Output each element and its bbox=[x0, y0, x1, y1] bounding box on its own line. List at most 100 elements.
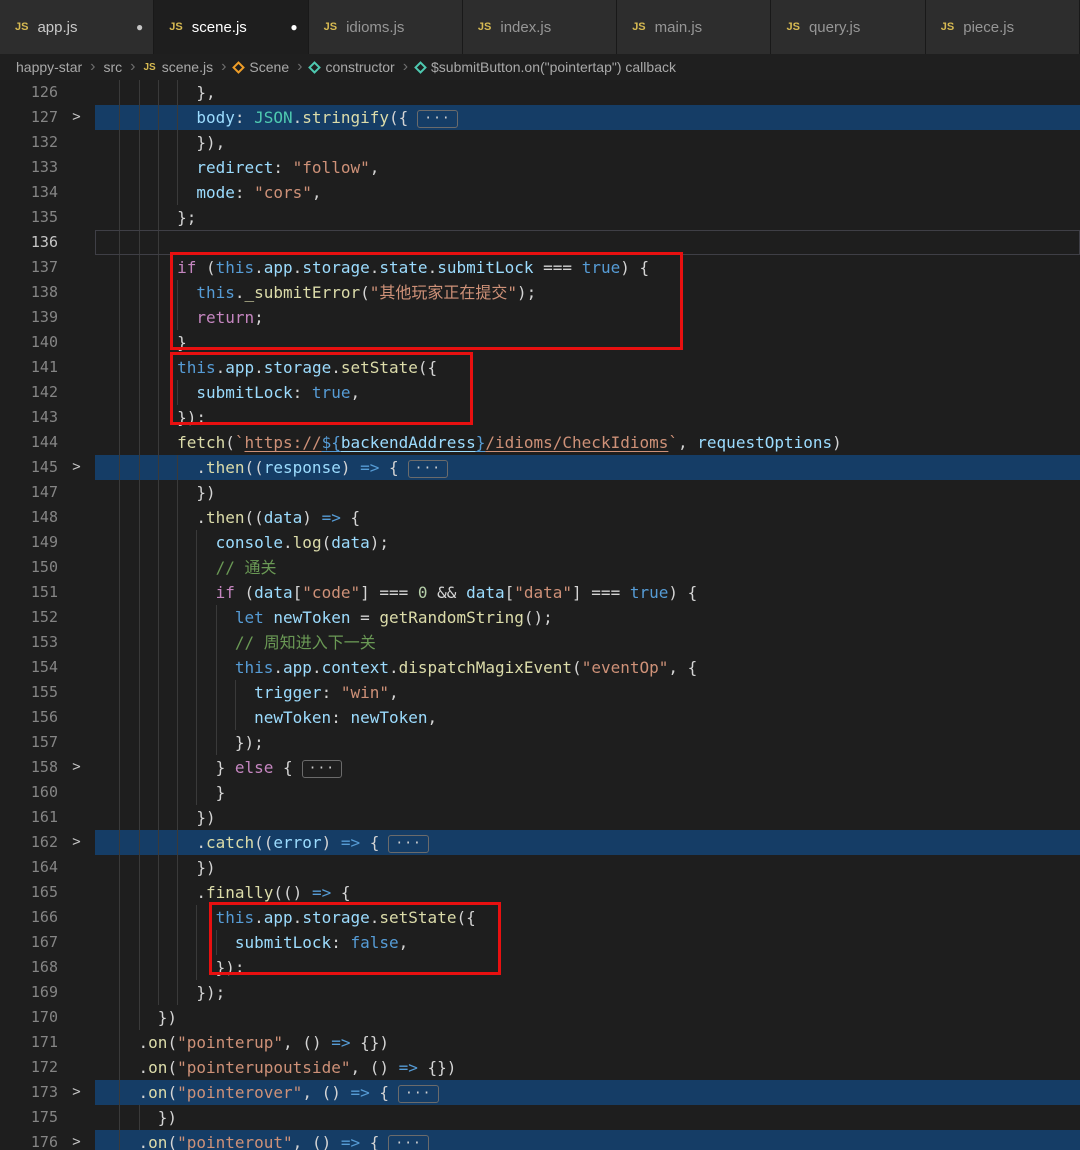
breadcrumb-item[interactable]: $submitButton.on("pointertap") callback bbox=[414, 59, 676, 75]
folded-code-ellipsis[interactable]: ··· bbox=[388, 1135, 429, 1150]
tab-idioms-js[interactable]: JS idioms.js bbox=[308, 0, 463, 54]
line-number[interactable]: 169 bbox=[0, 980, 58, 1005]
code-line-164[interactable]: 164 }) bbox=[0, 855, 1080, 880]
code-line-161[interactable]: 161 }) bbox=[0, 805, 1080, 830]
code-line-171[interactable]: 171 .on("pointerup", () => {}) bbox=[0, 1030, 1080, 1055]
folded-code-ellipsis[interactable]: ··· bbox=[301, 760, 343, 778]
code-line-145[interactable]: 145 > .then((response) => {··· bbox=[0, 455, 1080, 480]
code-line-158[interactable]: 158 > } else {··· bbox=[0, 755, 1080, 780]
breadcrumb-item[interactable]: Scene bbox=[232, 59, 289, 75]
line-number[interactable]: 149 bbox=[0, 530, 58, 555]
line-number[interactable]: 172 bbox=[0, 1055, 58, 1080]
folded-code-ellipsis[interactable]: ··· bbox=[398, 1085, 439, 1103]
code-line-175[interactable]: 175 }) bbox=[0, 1105, 1080, 1130]
code-line-140[interactable]: 140 } bbox=[0, 330, 1080, 355]
line-number[interactable]: 144 bbox=[0, 430, 58, 455]
line-number[interactable]: 171 bbox=[0, 1030, 58, 1055]
line-number[interactable]: 152 bbox=[0, 605, 58, 630]
line-number[interactable]: 148 bbox=[0, 505, 58, 530]
folded-code-ellipsis[interactable]: ··· bbox=[417, 110, 458, 128]
code-line-170[interactable]: 170 }) bbox=[0, 1005, 1080, 1030]
code-line-132[interactable]: 132 }), bbox=[0, 130, 1080, 155]
line-number[interactable]: 165 bbox=[0, 880, 58, 905]
code-line-139[interactable]: 139 return; bbox=[0, 305, 1080, 330]
folded-code-ellipsis[interactable]: ··· bbox=[388, 835, 429, 853]
line-number[interactable]: 166 bbox=[0, 905, 58, 930]
folded-code-ellipsis[interactable]: ··· bbox=[407, 460, 449, 478]
line-number[interactable]: 167 bbox=[0, 930, 58, 955]
line-number[interactable]: 137 bbox=[0, 255, 58, 280]
line-number[interactable]: 143 bbox=[0, 405, 58, 430]
code-line-165[interactable]: 165 .finally(() => { bbox=[0, 880, 1080, 905]
code-line-127[interactable]: 127 > body: JSON.stringify({··· bbox=[0, 105, 1080, 130]
line-number[interactable]: 138 bbox=[0, 280, 58, 305]
code-line-126[interactable]: 126 }, bbox=[0, 80, 1080, 105]
code-line-153[interactable]: 153 // 周知进入下一关 bbox=[0, 630, 1080, 655]
code-line-162[interactable]: 162 > .catch((error) => {··· bbox=[0, 830, 1080, 855]
code-line-166[interactable]: 166 this.app.storage.setState({ bbox=[0, 905, 1080, 930]
code-line-143[interactable]: 143 }); bbox=[0, 405, 1080, 430]
code-line-168[interactable]: 168 }); bbox=[0, 955, 1080, 980]
code-line-149[interactable]: 149 console.log(data); bbox=[0, 530, 1080, 555]
modified-dot-icon[interactable]: ● bbox=[290, 20, 297, 34]
line-number[interactable]: 150 bbox=[0, 555, 58, 580]
code-line-156[interactable]: 156 newToken: newToken, bbox=[0, 705, 1080, 730]
breadcrumb-item[interactable]: constructor bbox=[308, 59, 395, 75]
line-number[interactable]: 154 bbox=[0, 655, 58, 680]
code-line-173[interactable]: 173 > .on("pointerover", () => {··· bbox=[0, 1080, 1080, 1105]
code-line-133[interactable]: 133 redirect: "follow", bbox=[0, 155, 1080, 180]
line-number[interactable]: 161 bbox=[0, 805, 58, 830]
line-number[interactable]: 164 bbox=[0, 855, 58, 880]
code-line-148[interactable]: 148 .then((data) => { bbox=[0, 505, 1080, 530]
code-line-147[interactable]: 147 }) bbox=[0, 480, 1080, 505]
code-line-157[interactable]: 157 }); bbox=[0, 730, 1080, 755]
code-line-134[interactable]: 134 mode: "cors", bbox=[0, 180, 1080, 205]
code-line-144[interactable]: 144 fetch(`https://${backendAddress}/idi… bbox=[0, 430, 1080, 455]
code-line-172[interactable]: 172 .on("pointerupoutside", () => {}) bbox=[0, 1055, 1080, 1080]
line-number[interactable]: 140 bbox=[0, 330, 58, 355]
fold-chevron-icon[interactable]: > bbox=[58, 455, 95, 480]
breadcrumb-item[interactable]: happy-star bbox=[16, 59, 82, 75]
code-line-154[interactable]: 154 this.app.context.dispatchMagixEvent(… bbox=[0, 655, 1080, 680]
code-line-167[interactable]: 167 submitLock: false, bbox=[0, 930, 1080, 955]
tab-main-js[interactable]: JS main.js bbox=[617, 0, 772, 54]
line-number[interactable]: 132 bbox=[0, 130, 58, 155]
code-line-150[interactable]: 150 // 通关 bbox=[0, 555, 1080, 580]
line-number[interactable]: 135 bbox=[0, 205, 58, 230]
code-line-152[interactable]: 152 let newToken = getRandomString(); bbox=[0, 605, 1080, 630]
line-number[interactable]: 156 bbox=[0, 705, 58, 730]
line-number[interactable]: 158 bbox=[0, 755, 58, 780]
modified-dot-icon[interactable]: ● bbox=[136, 20, 143, 34]
line-number[interactable]: 133 bbox=[0, 155, 58, 180]
line-number[interactable]: 126 bbox=[0, 80, 58, 105]
code-line-155[interactable]: 155 trigger: "win", bbox=[0, 680, 1080, 705]
line-number[interactable]: 134 bbox=[0, 180, 58, 205]
fold-chevron-icon[interactable]: > bbox=[58, 830, 95, 855]
line-number[interactable]: 153 bbox=[0, 630, 58, 655]
tab-piece-js[interactable]: JS piece.js bbox=[925, 0, 1080, 54]
line-number[interactable]: 147 bbox=[0, 480, 58, 505]
code-line-151[interactable]: 151 if (data["code"] === 0 && data["data… bbox=[0, 580, 1080, 605]
fold-chevron-icon[interactable]: > bbox=[58, 755, 95, 780]
line-number[interactable]: 139 bbox=[0, 305, 58, 330]
code-line-141[interactable]: 141 this.app.storage.setState({ bbox=[0, 355, 1080, 380]
code-line-160[interactable]: 160 } bbox=[0, 780, 1080, 805]
line-number[interactable]: 157 bbox=[0, 730, 58, 755]
line-number[interactable]: 141 bbox=[0, 355, 58, 380]
code-line-136[interactable]: 136 bbox=[0, 230, 1080, 255]
code-line-176[interactable]: 176 > .on("pointerout", () => {··· bbox=[0, 1130, 1080, 1150]
code-line-138[interactable]: 138 this._submitError("其他玩家正在提交"); bbox=[0, 280, 1080, 305]
tab-query-js[interactable]: JS query.js bbox=[771, 0, 926, 54]
line-number[interactable]: 173 bbox=[0, 1080, 58, 1105]
line-number[interactable]: 170 bbox=[0, 1005, 58, 1030]
breadcrumb-item[interactable]: src bbox=[103, 59, 122, 75]
tab-scene-js[interactable]: JS scene.js ● bbox=[154, 0, 309, 54]
line-number[interactable]: 151 bbox=[0, 580, 58, 605]
fold-chevron-icon[interactable]: > bbox=[58, 1130, 95, 1150]
line-number[interactable]: 127 bbox=[0, 105, 58, 130]
line-number[interactable]: 136 bbox=[0, 230, 58, 255]
line-number[interactable]: 168 bbox=[0, 955, 58, 980]
tab-index-js[interactable]: JS index.js bbox=[462, 0, 618, 54]
fold-chevron-icon[interactable]: > bbox=[58, 1080, 95, 1105]
line-number[interactable]: 155 bbox=[0, 680, 58, 705]
